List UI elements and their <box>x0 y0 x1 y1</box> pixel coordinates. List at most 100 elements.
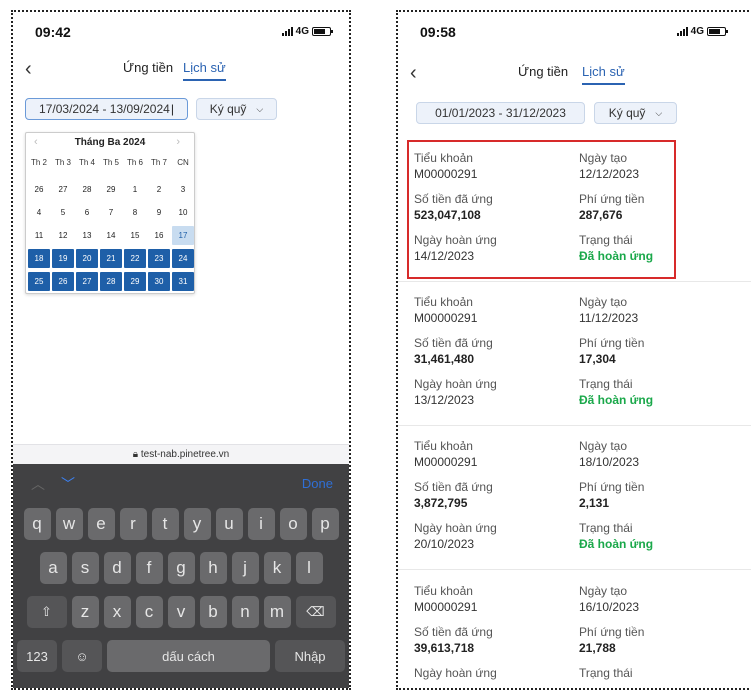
key[interactable]: i <box>247 508 275 540</box>
calendar-day[interactable]: 27 <box>51 178 75 201</box>
history-record[interactable]: Tiểu khoản M00000291 Ngày tạo 11/12/2023 Số … <box>414 286 679 421</box>
key[interactable]: b <box>199 596 227 628</box>
chevron-up-icon[interactable]: ︿ <box>31 474 45 494</box>
history-record[interactable]: Tiểu khoản M00000291 Ngày tạo 16/10/2023 Số … <box>414 575 679 688</box>
calendar-day[interactable]: 29 <box>124 272 146 291</box>
date-picker-calendar: ‹ Tháng Ba 2024 › Th 2 Th 3 Th 4 Th 5 Th 6 Th… <box>25 132 195 294</box>
key[interactable]: v <box>167 596 195 628</box>
keyboard-done-button[interactable]: Done <box>302 476 333 491</box>
calendar-day[interactable]: 17 <box>172 226 194 245</box>
account-type-select[interactable]: Ký quỹ ⌵ <box>594 102 677 124</box>
calendar-day[interactable]: 9 <box>147 201 171 224</box>
calendar-day[interactable]: 8 <box>123 201 147 224</box>
field-value: 13/12/2023 <box>414 393 475 407</box>
key[interactable]: u <box>215 508 243 540</box>
calendar-day[interactable]: 22 <box>124 249 146 268</box>
calendar-day[interactable]: 12 <box>51 224 75 247</box>
calendar-day[interactable]: 7 <box>99 201 123 224</box>
field-label: Ngày tạo <box>579 295 628 309</box>
key[interactable]: l <box>295 552 323 584</box>
key[interactable]: c <box>135 596 163 628</box>
key[interactable]: x <box>103 596 131 628</box>
backspace-icon[interactable]: ⌫ <box>295 596 336 628</box>
date-range-input[interactable]: 01/01/2023 - 31/12/2023 <box>416 102 585 124</box>
calendar-day[interactable]: 31 <box>172 272 194 291</box>
calendar-day[interactable]: 13 <box>75 224 99 247</box>
key[interactable]: h <box>199 552 227 584</box>
chevron-down-icon[interactable]: ﹀ <box>61 474 75 494</box>
return-key[interactable]: Nhập <box>275 640 345 672</box>
browser-url-bar[interactable]: 🔒︎ test-nab.pinetree.vn <box>13 444 349 464</box>
history-record[interactable]: Tiểu khoản M00000291 Ngày tạo 18/10/2023 Số … <box>414 430 679 565</box>
key[interactable]: e <box>87 508 115 540</box>
key[interactable]: o <box>279 508 307 540</box>
key[interactable]: s <box>71 552 99 584</box>
network-label: 4G <box>295 26 309 37</box>
key[interactable]: f <box>135 552 163 584</box>
status-icons: 4G <box>281 26 333 37</box>
key[interactable]: d <box>103 552 131 584</box>
calendar-day[interactable]: 21 <box>100 249 122 268</box>
tab-advance[interactable]: Ứng tiền <box>518 64 568 79</box>
prev-month-icon[interactable]: ‹ <box>34 136 38 148</box>
key[interactable]: w <box>55 508 83 540</box>
calendar-day[interactable]: 30 <box>148 272 170 291</box>
calendar-day[interactable]: 18 <box>28 249 50 268</box>
calendar-day[interactable]: 5 <box>51 201 75 224</box>
field-value: 12/12/2023 <box>579 167 640 181</box>
field-label: Số tiền đã ứng <box>414 625 493 639</box>
keyboard-row-2: asdfghjkl <box>13 552 349 584</box>
key[interactable]: n <box>231 596 259 628</box>
calendar-day[interactable]: 14 <box>99 224 123 247</box>
date-range-input[interactable]: 17/03/2024 - 13/09/2024 | <box>25 98 188 120</box>
numbers-key[interactable]: 123 <box>17 640 57 672</box>
key[interactable]: r <box>119 508 147 540</box>
key[interactable]: a <box>39 552 67 584</box>
key[interactable]: m <box>263 596 291 628</box>
calendar-day[interactable]: 4 <box>27 201 51 224</box>
shift-icon[interactable]: ⇧ <box>26 596 67 628</box>
field-value: 20/10/2023 <box>414 537 475 551</box>
key[interactable]: g <box>167 552 195 584</box>
calendar-day[interactable]: 25 <box>28 272 50 291</box>
calendar-day[interactable]: 29 <box>99 178 123 201</box>
emoji-icon[interactable]: ☺ <box>62 640 102 672</box>
calendar-day[interactable]: 23 <box>148 249 170 268</box>
calendar-day[interactable]: 10 <box>171 201 195 224</box>
key[interactable]: j <box>231 552 259 584</box>
space-key[interactable]: dấu cách <box>107 640 270 672</box>
back-arrow-icon[interactable]: ‹ <box>25 58 32 81</box>
calendar-day[interactable]: 24 <box>172 249 194 268</box>
tab-history[interactable]: Lịch sử <box>183 60 226 81</box>
calendar-day[interactable]: 26 <box>52 272 74 291</box>
key[interactable]: k <box>263 552 291 584</box>
calendar-day[interactable]: 11 <box>27 224 51 247</box>
key[interactable]: z <box>71 596 99 628</box>
tab-history[interactable]: Lịch sử <box>582 64 625 85</box>
key[interactable]: t <box>151 508 179 540</box>
weekday-header: Th 5 <box>102 157 119 167</box>
calendar-day[interactable]: 26 <box>27 178 51 201</box>
calendar-day[interactable]: 20 <box>76 249 98 268</box>
calendar-day[interactable]: 3 <box>171 178 195 201</box>
calendar-day[interactable]: 1 <box>123 178 147 201</box>
calendar-day[interactable]: 15 <box>123 224 147 247</box>
back-arrow-icon[interactable]: ‹ <box>410 62 417 85</box>
key[interactable]: p <box>311 508 339 540</box>
calendar-day[interactable]: 2 <box>147 178 171 201</box>
field-account: Tiểu khoản M00000291 <box>414 583 554 615</box>
calendar-day[interactable]: 28 <box>100 272 122 291</box>
calendar-day[interactable]: 28 <box>75 178 99 201</box>
key[interactable]: q <box>23 508 51 540</box>
chevron-down-icon: ⌵ <box>655 107 663 118</box>
calendar-day[interactable]: 16 <box>147 224 171 247</box>
account-type-select[interactable]: Ký quỹ ⌵ <box>196 98 277 120</box>
key[interactable]: y <box>183 508 211 540</box>
calendar-day[interactable]: 6 <box>75 201 99 224</box>
history-record[interactable]: Tiểu khoản M00000291 Ngày tạo 12/12/2023 Số … <box>407 140 676 279</box>
field-value: M00000291 <box>414 167 478 181</box>
next-month-icon[interactable]: › <box>176 136 180 148</box>
calendar-day[interactable]: 27 <box>76 272 98 291</box>
calendar-day[interactable]: 19 <box>52 249 74 268</box>
tab-advance[interactable]: Ứng tiền <box>123 60 173 75</box>
